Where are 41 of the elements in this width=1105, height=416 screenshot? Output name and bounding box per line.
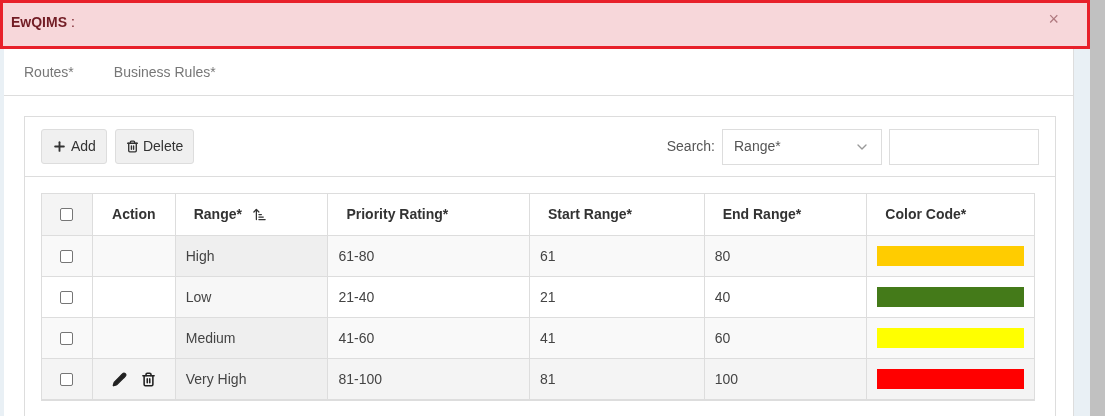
- delete-button[interactable]: Delete: [114, 129, 195, 164]
- table-cell-text: Low: [185, 287, 212, 307]
- column-dropdown[interactable]: Range*: [722, 128, 882, 165]
- table-cell-text: 61-80: [338, 246, 375, 266]
- column-header[interactable]: Priority Rating*: [346, 204, 449, 225]
- column-header[interactable]: Range*: [193, 204, 267, 225]
- column-header[interactable]: End Range*: [722, 204, 802, 225]
- scrollbar[interactable]: [1090, 0, 1105, 416]
- add-button[interactable]: Add: [41, 129, 107, 164]
- table-cell-text: Medium: [185, 328, 236, 348]
- checkbox[interactable]: [60, 331, 74, 345]
- tab[interactable]: Routes*: [24, 61, 74, 83]
- checkbox[interactable]: [60, 208, 74, 221]
- checkbox[interactable]: [60, 372, 74, 386]
- table-cell-text: 40: [714, 287, 731, 307]
- table-cell-text: 61: [540, 246, 556, 266]
- table-cell-text: 41-60: [338, 328, 375, 348]
- checkbox[interactable]: [60, 249, 74, 263]
- checkbox[interactable]: [60, 290, 74, 304]
- search-field[interactable]: [889, 128, 1039, 165]
- table-cell-text: 100: [714, 369, 738, 389]
- table-cell-text: 60: [714, 328, 731, 348]
- search-label: Search:: [666, 137, 715, 156]
- table-cell-text: 81: [540, 369, 556, 389]
- table-cell-text: High: [185, 246, 215, 266]
- table-cell-text: Very High: [185, 369, 247, 389]
- column-header[interactable]: Start Range*: [548, 204, 633, 225]
- table-cell-text: 41: [540, 328, 556, 348]
- delete-icon[interactable]: [140, 371, 156, 387]
- plus-icon: [52, 139, 67, 154]
- sort-icon[interactable]: [251, 207, 267, 222]
- table-cell-text: 80: [714, 246, 731, 266]
- tab[interactable]: Business Rules*: [113, 61, 216, 83]
- column-header[interactable]: Action: [112, 204, 156, 225]
- table-cell-text: 81-100: [338, 369, 382, 389]
- table-cell-text: 21: [540, 287, 556, 307]
- edit-icon[interactable]: [111, 371, 127, 387]
- table-cell-text: 21-40: [338, 287, 375, 307]
- column-header[interactable]: Color Code*: [885, 204, 967, 225]
- trash-icon: [125, 140, 139, 153]
- alert-title: EwQIMS :: [11, 13, 75, 32]
